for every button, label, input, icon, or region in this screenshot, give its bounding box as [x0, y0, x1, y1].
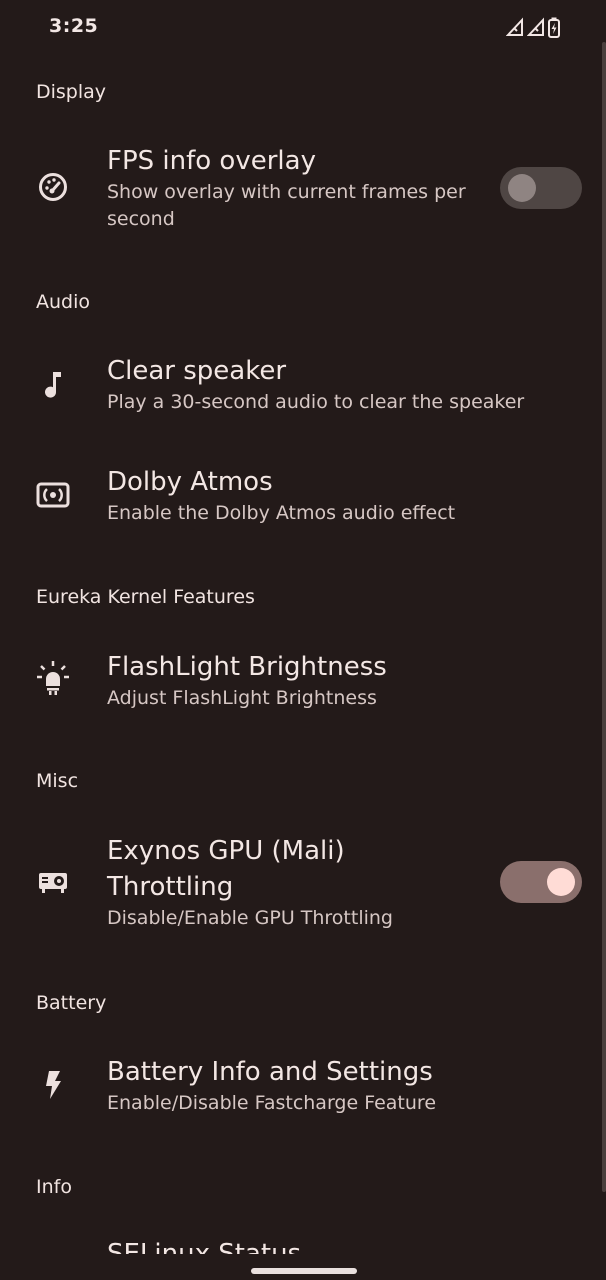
signal-icon — [506, 17, 523, 36]
setting-battery-info[interactable]: Battery Info and Settings Enable/Disable… — [0, 1051, 606, 1131]
status-bar: 3:25 — [0, 0, 606, 54]
gpu-icon — [36, 865, 70, 899]
section-header-battery: Battery — [36, 992, 107, 1014]
home-indicator[interactable] — [251, 1268, 357, 1274]
setting-summary: Disable/Enable GPU Throttling — [107, 907, 393, 929]
setting-dolby-atmos[interactable]: Dolby Atmos Enable the Dolby Atmos audio… — [0, 461, 606, 541]
surround-sound-icon — [36, 478, 70, 512]
flashlight-icon — [36, 661, 70, 695]
setting-summary: Adjust FlashLight Brightness — [107, 687, 377, 709]
setting-gpu-throttling[interactable]: Exynos GPU (Mali) Throttling Disable/Ena… — [0, 830, 606, 940]
setting-title: FPS info overlay — [107, 146, 316, 176]
flash-icon — [36, 1068, 70, 1102]
setting-fps-overlay[interactable]: FPS info overlay Show overlay with curre… — [0, 140, 606, 250]
battery-charging-icon — [548, 17, 560, 38]
clock: 3:25 — [49, 15, 99, 37]
speedometer-icon — [36, 170, 70, 204]
setting-title: Battery Info and Settings — [107, 1057, 433, 1087]
setting-flashlight-brightness[interactable]: FlashLight Brightness Adjust FlashLight … — [0, 646, 606, 726]
setting-title: FlashLight Brightness — [107, 652, 387, 682]
music-note-icon — [36, 367, 70, 401]
system-icons — [506, 16, 560, 38]
gpu-throttling-toggle[interactable] — [500, 861, 582, 903]
toggle-knob — [508, 174, 536, 202]
setting-summary: Enable the Dolby Atmos audio effect — [107, 502, 456, 524]
setting-title-line-1: Exynos GPU (Mali) — [107, 836, 345, 866]
setting-summary: Play a 30-second audio to clear the spea… — [107, 391, 525, 413]
fps-overlay-toggle[interactable] — [500, 167, 582, 209]
signal-icon — [527, 17, 544, 36]
setting-selinux-title[interactable]: SELinux Status — [107, 1236, 301, 1254]
setting-clear-speaker[interactable]: Clear speaker Play a 30-second audio to … — [0, 350, 606, 430]
section-header-kernel: Eureka Kernel Features — [36, 586, 255, 608]
setting-title: Dolby Atmos — [107, 467, 273, 497]
section-header-audio: Audio — [36, 291, 91, 313]
section-header-display: Display — [36, 81, 107, 103]
setting-summary: Show overlay with current frames per sec… — [107, 181, 466, 230]
setting-summary: Enable/Disable Fastcharge Feature — [107, 1092, 437, 1114]
toggle-knob — [547, 868, 575, 896]
setting-title: Clear speaker — [107, 356, 287, 386]
setting-title-line-2: Throttling — [107, 872, 234, 902]
section-header-info: Info — [36, 1176, 72, 1198]
section-header-misc: Misc — [36, 770, 79, 792]
